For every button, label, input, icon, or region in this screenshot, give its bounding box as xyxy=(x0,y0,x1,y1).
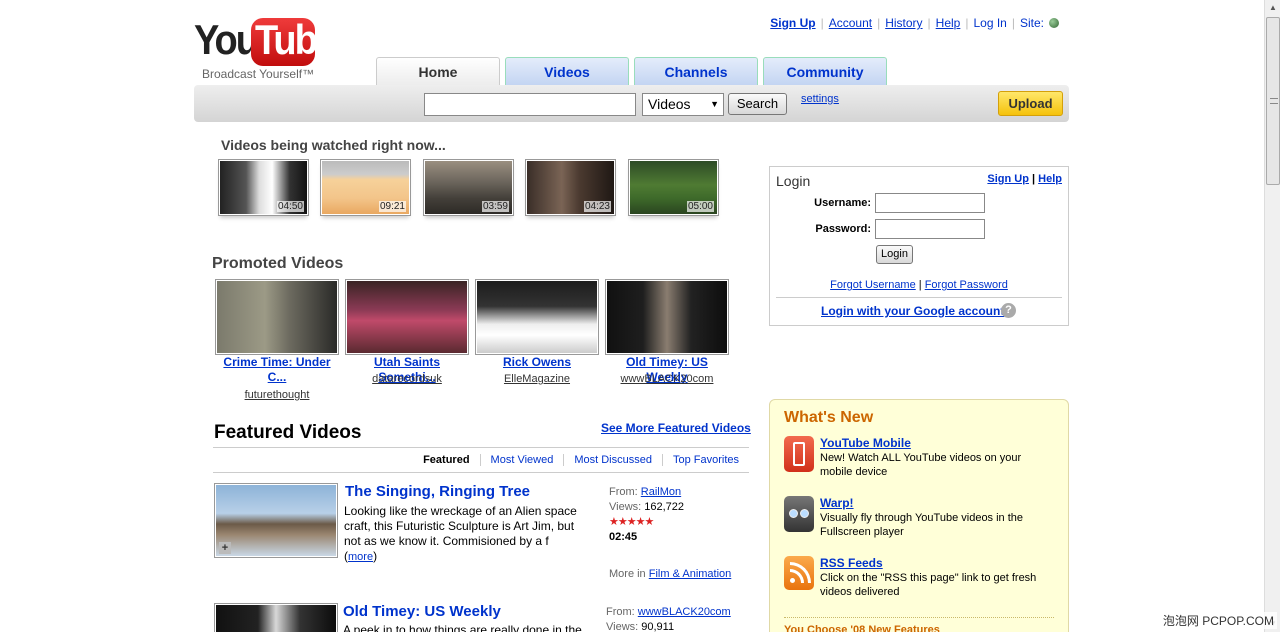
mobile-phone-icon[interactable] xyxy=(784,436,814,472)
whats-new-divider xyxy=(784,617,1054,618)
scrollbar-thumb[interactable] xyxy=(1266,17,1280,185)
featured-more-link[interactable]: more xyxy=(348,551,373,563)
signup-link[interactable]: Sign Up xyxy=(770,16,815,30)
site-watermark: 泡泡网 PCPOP.COM xyxy=(1159,612,1277,629)
watched-thumb-4[interactable]: 04:23 xyxy=(525,159,616,216)
search-settings-link[interactable]: settings xyxy=(801,93,839,105)
login-signup-link[interactable]: Sign Up xyxy=(987,173,1029,185)
google-login-link[interactable]: Login with your Google account xyxy=(821,304,1004,318)
logo-you-text: You xyxy=(194,17,259,65)
tab-videos[interactable]: Videos xyxy=(505,57,629,86)
password-label: Password: xyxy=(815,223,871,235)
promoted-videos-heading: Promoted Videos xyxy=(212,255,344,272)
password-field[interactable] xyxy=(875,219,985,239)
watched-duration: 03:59 xyxy=(481,201,509,212)
login-divider xyxy=(776,297,1062,298)
featured-desc-2: A peek in to how things are really done … xyxy=(343,623,582,632)
logo-slogan: Broadcast Yourself™ xyxy=(202,67,315,81)
watched-now-heading: Videos being watched right now... xyxy=(221,137,446,153)
featured-title-1[interactable]: The Singing, Ringing Tree xyxy=(345,483,530,500)
logo-tube-text: Tube xyxy=(255,17,337,65)
login-panel xyxy=(769,166,1069,326)
forgot-links: Forgot Username | Forgot Password xyxy=(830,279,1008,291)
login-header-links: Sign Up | Help xyxy=(987,173,1062,185)
username-field[interactable] xyxy=(875,193,985,213)
featured-meta-1: From: RailMon Views: 162,722 ★★★★★ 02:45 xyxy=(609,485,749,545)
top-links: Sign Up | Account | History | Help | Log In |… xyxy=(770,16,1059,30)
featured-category-link[interactable]: Film & Animation xyxy=(649,568,732,580)
tab-home[interactable]: Home xyxy=(376,57,500,86)
whats-new-rss-link[interactable]: RSS Feeds xyxy=(820,556,883,570)
whats-new-mobile-text: New! Watch ALL YouTube videos on your mob… xyxy=(820,452,1022,478)
watched-duration: 04:23 xyxy=(583,201,611,212)
watched-thumb-1[interactable]: 04:50 xyxy=(218,159,309,216)
featured-author-link[interactable]: wwwBLACK20com xyxy=(638,606,731,618)
see-more-featured-link[interactable]: See More Featured Videos xyxy=(601,421,751,435)
whats-new-rss-text: Click on the "RSS this page" link to get… xyxy=(820,572,1037,598)
site-label: Site: xyxy=(1019,16,1044,30)
featured-tab-most-discussed[interactable]: Most Discussed xyxy=(563,454,662,466)
tab-channels[interactable]: Channels xyxy=(634,57,758,86)
featured-desc-1: Looking like the wreckage of an Alien sp… xyxy=(344,504,577,563)
featured-thumb-2[interactable] xyxy=(214,603,338,632)
featured-title-2[interactable]: Old Timey: US Weekly xyxy=(343,603,501,620)
watched-duration: 04:50 xyxy=(276,201,304,212)
rating-stars-icon: ★★★★★ xyxy=(609,516,654,528)
whats-new-mobile-link[interactable]: YouTube Mobile xyxy=(820,436,911,450)
promoted-author-1[interactable]: futurethought xyxy=(215,389,339,401)
featured-tab-most-viewed[interactable]: Most Viewed xyxy=(479,454,564,466)
youtube-logo[interactable]: You Tube Broadcast Yourself™ xyxy=(194,17,337,82)
featured-tab-top-favorites[interactable]: Top Favorites xyxy=(661,454,749,466)
upload-button[interactable]: Upload xyxy=(998,91,1063,116)
promoted-author-4[interactable]: wwwBLACK20com xyxy=(605,373,729,385)
forgot-username-link[interactable]: Forgot Username xyxy=(830,279,916,291)
help-icon[interactable]: ? xyxy=(1001,303,1016,318)
login-button[interactable]: Login xyxy=(876,245,913,264)
search-type-value: Videos xyxy=(648,96,691,112)
whats-new-warp-text: Visually fly through YouTube videos in t… xyxy=(820,512,1024,538)
watched-thumb-2[interactable]: 09:21 xyxy=(320,159,411,216)
promoted-author-3[interactable]: ElleMagazine xyxy=(475,373,599,385)
promoted-title-1[interactable]: Crime Time: Under C... xyxy=(215,355,339,385)
promoted-thumb-3[interactable] xyxy=(475,279,599,355)
watched-duration: 09:21 xyxy=(378,201,406,212)
scroll-up-arrow-icon[interactable]: ▲ xyxy=(1265,0,1280,16)
featured-category-1: More in Film & Animation xyxy=(609,568,732,580)
whats-new-heading: What's New xyxy=(784,409,874,426)
promoted-thumb-4[interactable] xyxy=(605,279,729,355)
login-heading: Login xyxy=(776,173,811,189)
watched-thumb-5[interactable]: 05:00 xyxy=(628,159,719,216)
whats-new-more-link[interactable]: You Choose '08 New Features xyxy=(784,624,940,632)
forgot-password-link[interactable]: Forgot Password xyxy=(925,279,1008,291)
search-button[interactable]: Search xyxy=(728,93,787,115)
globe-icon[interactable] xyxy=(1049,18,1059,28)
account-link[interactable]: Account xyxy=(829,16,872,30)
featured-tab-featured[interactable]: Featured xyxy=(413,454,479,466)
featured-author-link[interactable]: RailMon xyxy=(641,486,681,498)
login-help-link[interactable]: Help xyxy=(1038,173,1062,185)
search-type-select[interactable]: Videos ▼ xyxy=(642,93,724,116)
rss-icon[interactable] xyxy=(784,556,814,590)
tab-community[interactable]: Community xyxy=(763,57,887,86)
promoted-thumb-2[interactable] xyxy=(345,279,469,355)
promoted-author-2[interactable]: datarecordsuk xyxy=(345,373,469,385)
watched-duration: 05:00 xyxy=(686,201,714,212)
search-input[interactable] xyxy=(424,93,636,116)
whats-new-warp-link[interactable]: Warp! xyxy=(820,496,854,510)
login-link[interactable]: Log In xyxy=(973,16,1006,30)
featured-tabs: Featured Most Viewed Most Discussed Top … xyxy=(213,447,749,473)
promoted-title-3[interactable]: Rick Owens xyxy=(475,355,599,370)
username-label: Username: xyxy=(814,197,871,209)
add-to-playlist-icon[interactable]: + xyxy=(219,542,231,554)
help-link[interactable]: Help xyxy=(936,16,961,30)
history-link[interactable]: History xyxy=(885,16,922,30)
featured-thumb-1[interactable]: + xyxy=(214,483,338,558)
warp-icon[interactable] xyxy=(784,496,814,532)
featured-meta-2: From: wwwBLACK20com Views: 90,911 xyxy=(606,606,731,632)
vertical-scrollbar[interactable]: ▲ ▼ xyxy=(1264,0,1280,632)
chevron-down-icon: ▼ xyxy=(710,99,719,109)
featured-videos-heading: Featured Videos xyxy=(214,422,362,443)
watched-thumb-3[interactable]: 03:59 xyxy=(423,159,514,216)
promoted-thumb-1[interactable] xyxy=(215,279,339,355)
